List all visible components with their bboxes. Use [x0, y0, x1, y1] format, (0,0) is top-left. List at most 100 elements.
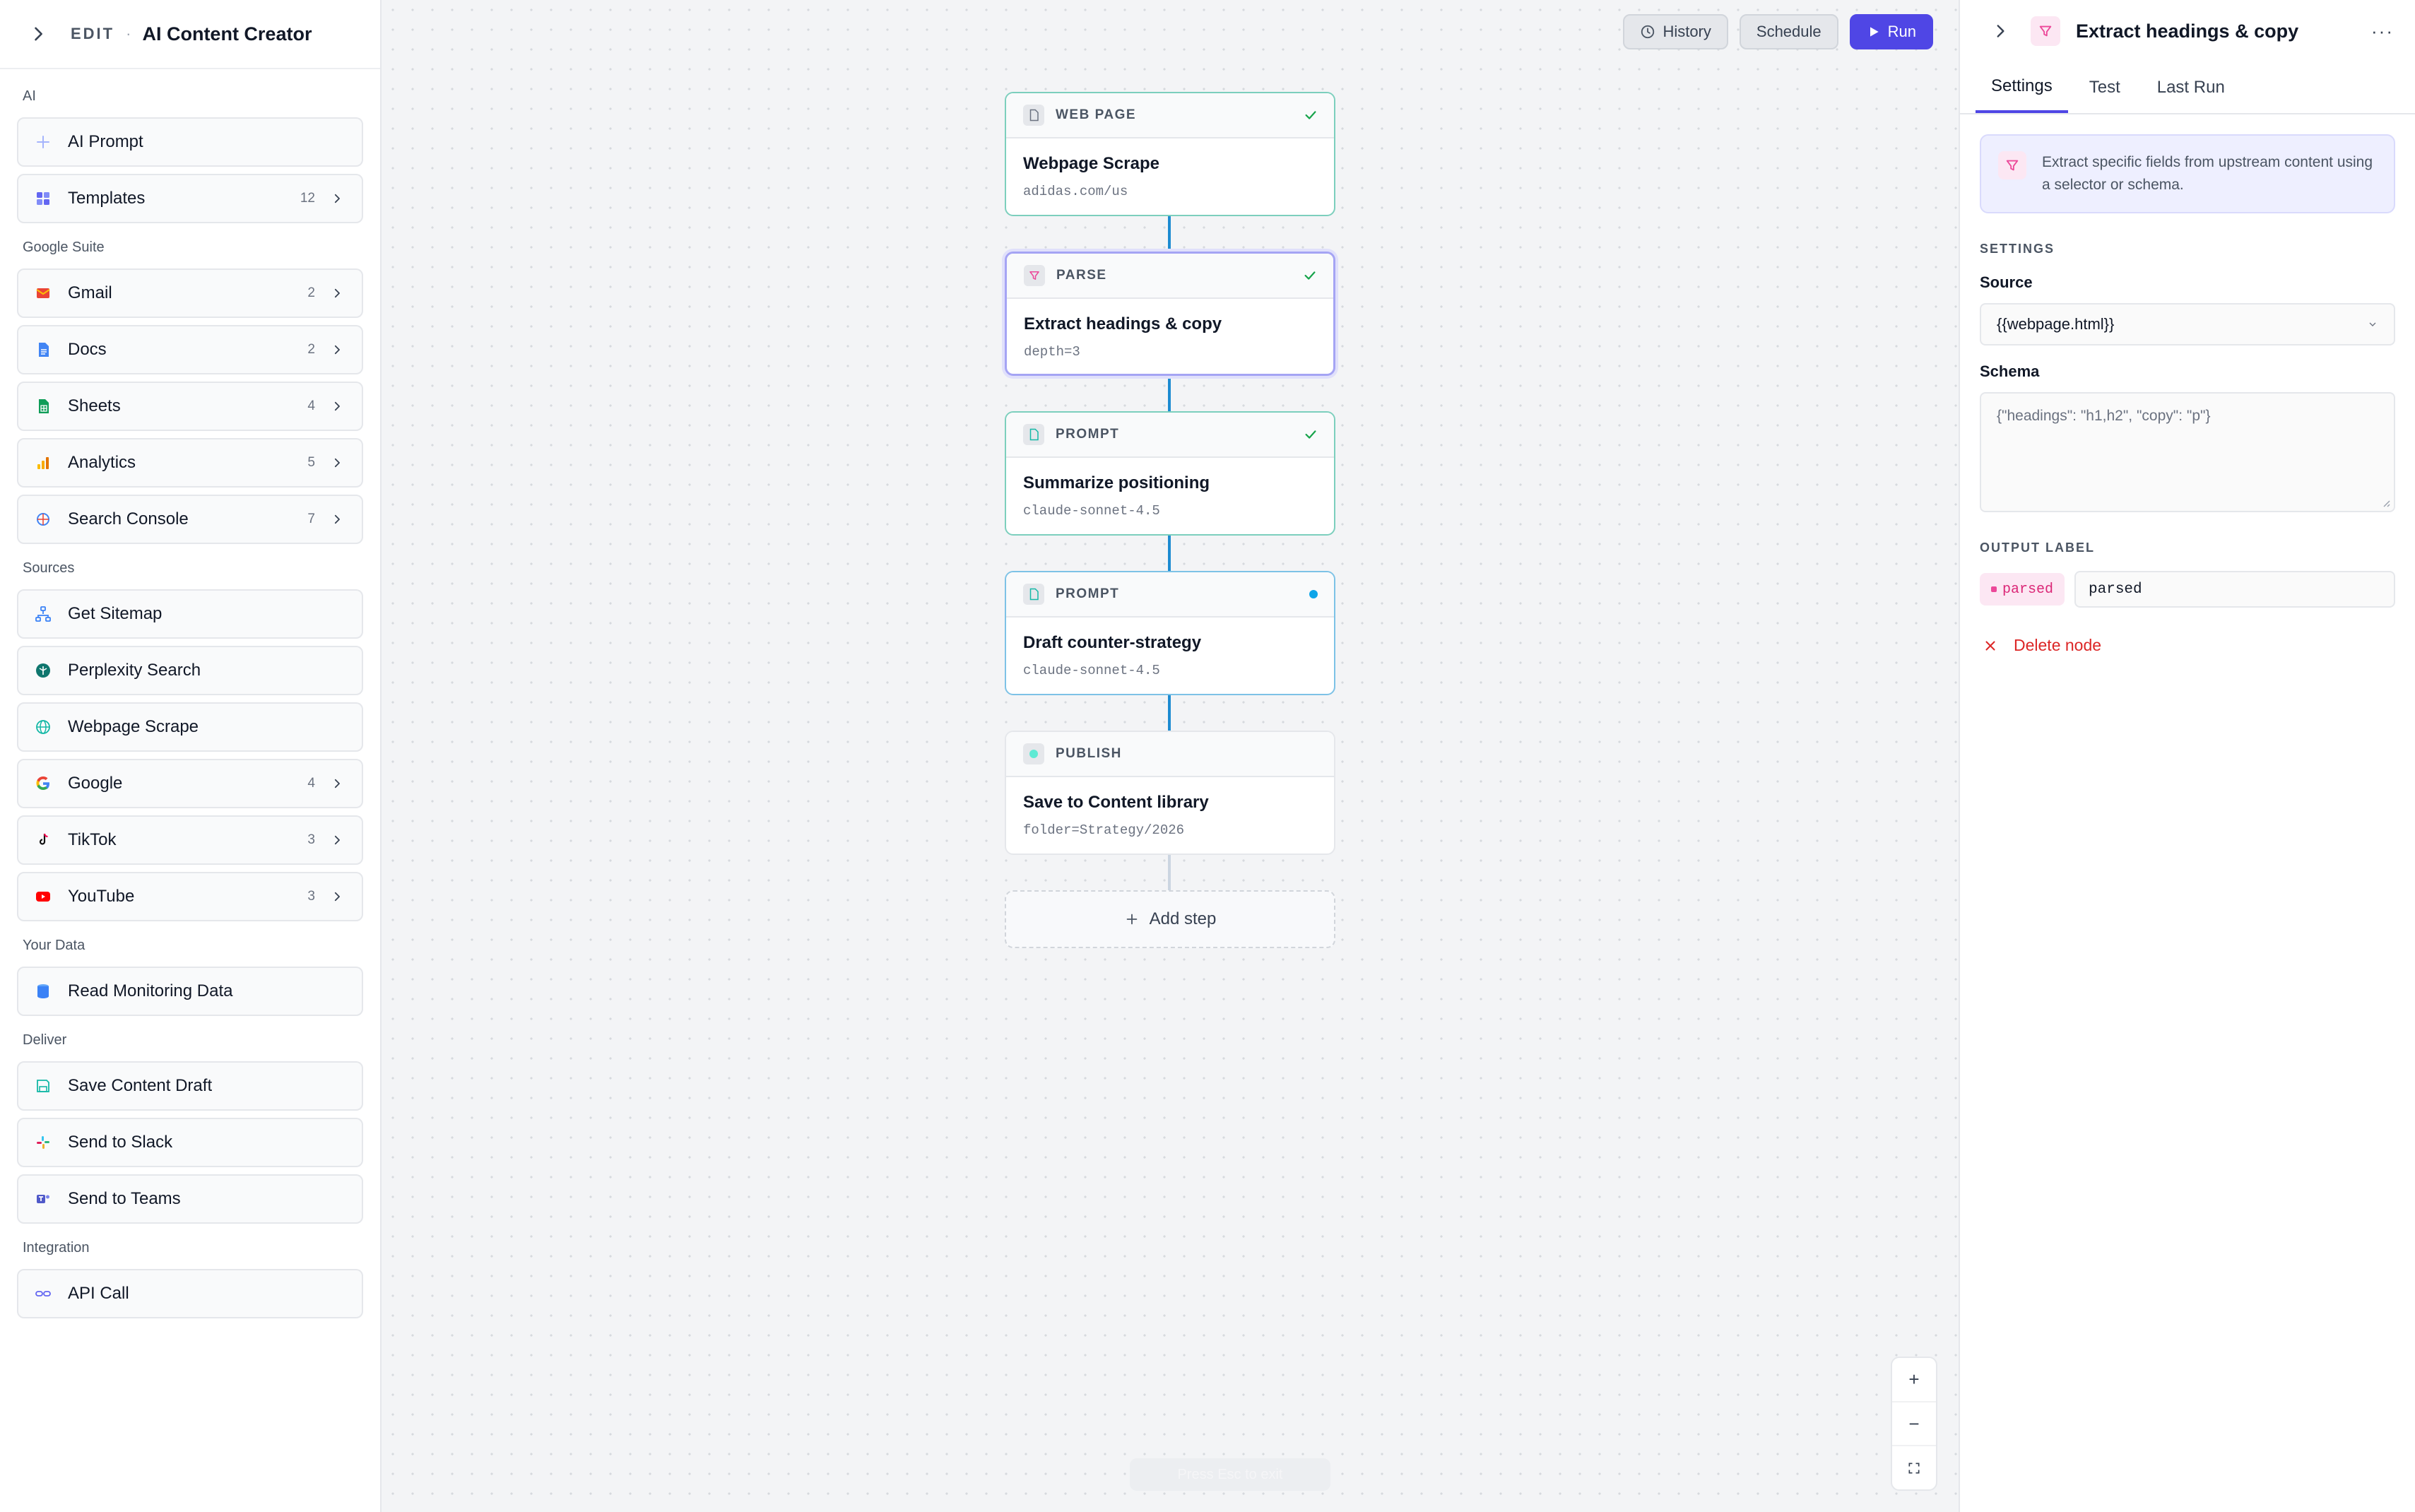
document-icon [1023, 105, 1044, 126]
source-select[interactable]: {{webpage.html}} [1980, 303, 2395, 345]
sidebar-item-save-content-draft[interactable]: Save Content Draft [17, 1061, 363, 1111]
sidebar-item-get-sitemap[interactable]: Get Sitemap [17, 589, 363, 639]
workflow-node[interactable]: PARSE Extract headings & copy depth=3 [1005, 252, 1335, 376]
tiktok-icon [34, 831, 52, 849]
node-body: Webpage Scrape adidas.com/us [1006, 138, 1334, 215]
node-title: Draft counter-strategy [1023, 633, 1202, 652]
panel-title: Extract headings & copy [2076, 20, 2299, 42]
sidebar-item-templates[interactable]: Templates 12 [17, 174, 363, 223]
sidebar-item-label: TikTok [68, 830, 117, 849]
run-button[interactable]: Run [1849, 14, 1933, 49]
sheets-icon [34, 397, 52, 415]
prompt-icon [1023, 584, 1044, 605]
node-title: Webpage Scrape [1023, 154, 1159, 173]
tab-settings[interactable]: Settings [1976, 62, 2068, 113]
sidebar-item-send-to-teams[interactable]: Send to Teams [17, 1174, 363, 1224]
delete-node-button[interactable]: Delete node [1980, 636, 2395, 655]
teams-icon [34, 1190, 52, 1208]
item-count: 5 [307, 455, 315, 470]
panel-tabs: Settings Test Last Run [1960, 62, 2415, 114]
gmail-icon [34, 284, 52, 302]
item-count: 4 [307, 398, 315, 413]
schedule-button[interactable]: Schedule [1739, 14, 1838, 49]
info-text: Extract specific fields from upstream co… [2042, 154, 2373, 193]
sidebar-item-ai-prompt[interactable]: AI Prompt [17, 117, 363, 167]
item-count: 3 [307, 832, 315, 847]
connector [1168, 536, 1171, 572]
connector [1168, 695, 1171, 732]
node-header: PROMPT [1006, 572, 1334, 618]
sidebar-item-label: Gmail [68, 283, 112, 302]
fit-view-button[interactable] [1892, 1446, 1936, 1489]
workflow-node[interactable]: PUBLISH Save to Content library folder=S… [1005, 731, 1335, 855]
connector [1168, 376, 1171, 413]
sidebar-item-send-to-slack[interactable]: Send to Slack [17, 1118, 363, 1167]
check-icon [1305, 430, 1316, 439]
check-icon [1304, 271, 1316, 280]
section-label: Google Suite [23, 240, 105, 255]
globe-icon [34, 718, 52, 736]
sparkle-icon [34, 133, 52, 151]
tab-last-run[interactable]: Last Run [2142, 62, 2240, 113]
item-count: 2 [307, 285, 315, 300]
sidebar-item-tiktok[interactable]: TikTok 3 [17, 815, 363, 865]
sidebar-item-label: Docs [68, 340, 107, 359]
sidebar-item-api-call[interactable]: API Call [17, 1269, 363, 1318]
esc-hint: Press Esc to exit [1130, 1458, 1330, 1491]
sidebar-item-gmail[interactable]: Gmail 2 [17, 268, 363, 318]
output-chip: parsed [1980, 573, 2065, 606]
perplexity-icon [34, 661, 52, 680]
node-type: PARSE [1056, 268, 1107, 283]
workflow-node[interactable]: WEB PAGE Webpage Scrape adidas.com/us [1005, 92, 1335, 216]
node-body: Draft counter-strategy claude-sonnet-4.5 [1006, 618, 1334, 694]
workflow-title: AI Content Creator [142, 23, 312, 45]
sidebar-item-docs[interactable]: Docs 2 [17, 325, 363, 374]
separator: · [126, 25, 131, 42]
sidebar-item-analytics[interactable]: Analytics 5 [17, 438, 363, 488]
toolbar: History Schedule Run [1623, 14, 1933, 49]
history-label: History [1663, 23, 1711, 40]
source-label: Source [1980, 273, 2033, 291]
sidebar-item-label: Perplexity Search [68, 661, 201, 680]
item-count: 12 [300, 191, 315, 206]
filter-icon [2031, 16, 2060, 46]
node-subtitle: adidas.com/us [1023, 184, 1128, 199]
node-subtitle: depth=3 [1024, 344, 1080, 360]
analytics-icon [34, 454, 52, 472]
zoom-out-button[interactable]: − [1892, 1402, 1936, 1447]
node-subtitle: claude-sonnet-4.5 [1023, 663, 1160, 678]
schedule-label: Schedule [1756, 23, 1821, 40]
schema-label: Schema [1980, 362, 2040, 380]
output-label-input[interactable]: parsed [2074, 571, 2395, 608]
history-button[interactable]: History [1623, 14, 1728, 49]
chevron-right-icon [334, 458, 340, 468]
chevron-right-icon [334, 401, 340, 411]
workflow-node[interactable]: PROMPT Draft counter-strategy claude-son… [1005, 571, 1335, 695]
schema-input[interactable]: {"headings": "h1,h2", "copy": "p"} [1980, 392, 2395, 512]
node-title: Summarize positioning [1023, 473, 1210, 492]
more-options-icon[interactable]: ··· [2371, 20, 2394, 42]
item-count: 7 [307, 512, 315, 526]
node-subtitle: claude-sonnet-4.5 [1023, 503, 1160, 519]
tab-test[interactable]: Test [2074, 62, 2136, 113]
workflow-canvas[interactable]: History Schedule Run WEB PAGE Webpage Sc… [383, 0, 1959, 1512]
zoom-in-button[interactable]: + [1892, 1358, 1936, 1402]
workflow-node[interactable]: PROMPT Summarize positioning claude-sonn… [1005, 411, 1335, 536]
chevron-right-icon[interactable] [1991, 22, 2009, 40]
sidebar-item-sheets[interactable]: Sheets 4 [17, 382, 363, 431]
youtube-icon [34, 887, 52, 906]
add-step-button[interactable]: Add step [1005, 890, 1335, 948]
sidebar-item-perplexity-search[interactable]: Perplexity Search [17, 646, 363, 695]
sidebar: EDIT · AI Content Creator AI AI Prompt Tem… [0, 0, 382, 1512]
sidebar-item-youtube[interactable]: YouTube 3 [17, 872, 363, 921]
item-count: 3 [307, 889, 315, 904]
resize-handle-icon[interactable] [2380, 497, 2391, 508]
chevron-right-icon[interactable] [28, 24, 48, 44]
sidebar-item-webpage-scrape[interactable]: Webpage Scrape [17, 702, 363, 752]
chevron-right-icon [334, 835, 340, 845]
sidebar-item-read-monitoring-data[interactable]: Read Monitoring Data [17, 967, 363, 1016]
sidebar-item-label: Send to Teams [68, 1189, 181, 1208]
node-header: PUBLISH [1006, 732, 1334, 777]
sidebar-item-google[interactable]: Google 4 [17, 759, 363, 808]
sidebar-item-search-console[interactable]: Search Console 7 [17, 495, 363, 544]
